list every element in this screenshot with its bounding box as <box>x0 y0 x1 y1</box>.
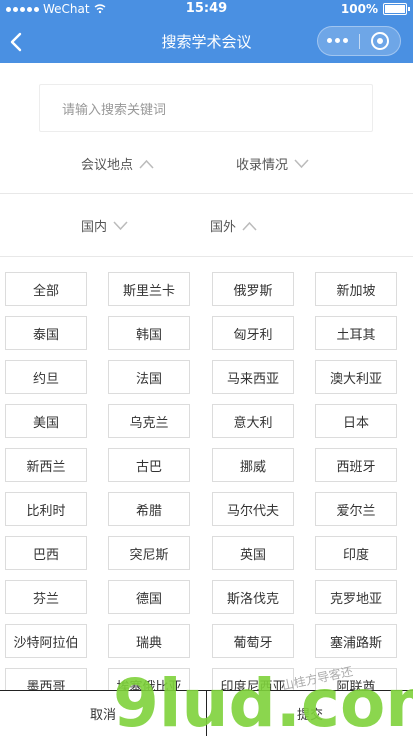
filter-location[interactable]: 会议地点 <box>81 154 154 173</box>
country-option[interactable]: 葡萄牙 <box>212 624 294 658</box>
search-input[interactable]: 请输入搜索关键词 <box>39 84 373 132</box>
country-option[interactable]: 巴西 <box>5 536 87 570</box>
country-option[interactable]: 新加坡 <box>315 272 397 306</box>
chevron-up-icon <box>139 159 154 169</box>
status-bar: WeChat 15:49 100% <box>0 0 413 20</box>
submit-button[interactable]: 提交 <box>207 691 413 736</box>
close-circle-icon[interactable] <box>371 32 389 50</box>
capsule-divider <box>359 34 360 49</box>
country-option[interactable]: 西班牙 <box>315 448 397 482</box>
country-option[interactable]: 沙特阿拉伯 <box>5 624 87 658</box>
country-option[interactable]: 美国 <box>5 404 87 438</box>
country-option[interactable]: 韩国 <box>108 316 190 350</box>
country-option[interactable]: 塞浦路斯 <box>315 624 397 658</box>
search-placeholder: 请输入搜索关键词 <box>62 102 167 118</box>
country-option[interactable]: 斯洛伐克 <box>212 580 294 614</box>
tab-domestic[interactable]: 国内 <box>81 216 128 235</box>
country-option[interactable]: 英国 <box>212 536 294 570</box>
filter-location-label: 会议地点 <box>81 158 134 173</box>
more-icon[interactable] <box>327 38 348 43</box>
country-option[interactable]: 印度 <box>315 536 397 570</box>
filter-collection-label: 收录情况 <box>236 158 289 173</box>
country-option[interactable]: 突尼斯 <box>108 536 190 570</box>
country-option[interactable]: 日本 <box>315 404 397 438</box>
country-option[interactable]: 约旦 <box>5 360 87 394</box>
country-option[interactable]: 新西兰 <box>5 448 87 482</box>
country-option[interactable]: 瑞典 <box>108 624 190 658</box>
country-option[interactable]: 马来西亚 <box>212 360 294 394</box>
country-option[interactable]: 马尔代夫 <box>212 492 294 526</box>
country-option[interactable]: 古巴 <box>108 448 190 482</box>
country-option[interactable]: 斯里兰卡 <box>108 272 190 306</box>
country-option[interactable]: 比利时 <box>5 492 87 526</box>
country-option[interactable]: 芬兰 <box>5 580 87 614</box>
country-option[interactable]: 俄罗斯 <box>212 272 294 306</box>
tab-foreign[interactable]: 国外 <box>210 216 257 235</box>
cancel-button[interactable]: 取消 <box>0 691 207 736</box>
country-option[interactable]: 德国 <box>108 580 190 614</box>
country-option[interactable]: 克罗地亚 <box>315 580 397 614</box>
country-option[interactable]: 乌克兰 <box>108 404 190 438</box>
divider <box>0 256 413 257</box>
filter-collection[interactable]: 收录情况 <box>236 154 309 173</box>
status-right: 100% <box>340 2 410 16</box>
country-option[interactable]: 泰国 <box>5 316 87 350</box>
app-header: WeChat 15:49 100% 搜索学术会议 <box>0 0 413 63</box>
country-option[interactable]: 挪威 <box>212 448 294 482</box>
chevron-down-icon <box>113 220 128 230</box>
country-option[interactable]: 意大利 <box>212 404 294 438</box>
chevron-down-icon <box>294 158 309 168</box>
battery-label: 100% <box>340 2 378 16</box>
tab-domestic-label: 国内 <box>81 220 108 235</box>
country-option[interactable]: 土耳其 <box>315 316 397 350</box>
battery-icon <box>383 3 410 15</box>
chevron-up-icon <box>242 221 257 231</box>
country-option[interactable]: 爱尔兰 <box>315 492 397 526</box>
country-option[interactable]: 希腊 <box>108 492 190 526</box>
country-option[interactable]: 全部 <box>5 272 87 306</box>
tab-foreign-label: 国外 <box>210 220 237 235</box>
divider <box>0 193 413 194</box>
country-option[interactable]: 澳大利亚 <box>315 360 397 394</box>
country-option[interactable]: 法国 <box>108 360 190 394</box>
country-option[interactable]: 匈牙利 <box>212 316 294 350</box>
action-bar: 取消 提交 <box>0 690 413 736</box>
mini-program-capsule <box>317 26 401 56</box>
